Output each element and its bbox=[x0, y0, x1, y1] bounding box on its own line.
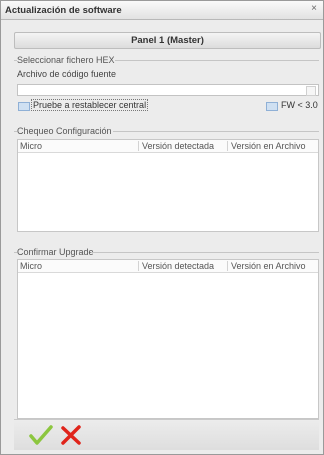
column-header-micro[interactable]: Micro bbox=[20, 141, 42, 152]
source-file-input[interactable] bbox=[17, 84, 319, 96]
config-group-legend: Chequeo Configuración bbox=[17, 126, 112, 136]
software-update-dialog: Actualización de software × Panel 1 (Mas… bbox=[0, 0, 324, 455]
reset-central-label-wrap: Pruebe a restablecer central bbox=[31, 99, 149, 111]
column-separator bbox=[138, 141, 139, 151]
cross-icon bbox=[61, 425, 81, 445]
hex-group-border bbox=[115, 60, 319, 61]
hex-group-legend: Seleccionar fichero HEX bbox=[17, 55, 115, 65]
column-header-micro[interactable]: Micro bbox=[20, 261, 42, 272]
fw-version-label: FW < 3.0 bbox=[281, 100, 318, 110]
column-header-detected-version[interactable]: Versión detectada bbox=[142, 261, 214, 272]
panel-header: Panel 1 (Master) bbox=[14, 32, 321, 49]
dialog-footer bbox=[14, 419, 319, 450]
upgrade-group-border bbox=[91, 252, 319, 253]
column-header-file-version[interactable]: Versión en Archivo bbox=[231, 261, 306, 272]
checkmark-icon bbox=[29, 425, 53, 445]
window-title: Actualización de software bbox=[5, 5, 122, 16]
config-table-header: Micro Versión detectada Versión en Archi… bbox=[18, 140, 318, 153]
browse-button[interactable] bbox=[306, 86, 316, 96]
fw-version-checkbox[interactable] bbox=[266, 102, 278, 111]
source-file-label: Archivo de código fuente bbox=[17, 69, 117, 79]
column-header-file-version[interactable]: Versión en Archivo bbox=[231, 141, 306, 152]
column-separator bbox=[227, 141, 228, 151]
reset-central-checkbox[interactable] bbox=[18, 102, 30, 111]
reset-central-label: Pruebe a restablecer central bbox=[31, 99, 149, 111]
config-group-border bbox=[113, 131, 319, 132]
column-separator bbox=[138, 261, 139, 271]
confirm-button[interactable] bbox=[28, 423, 54, 447]
title-bar[interactable]: Actualización de software × bbox=[1, 1, 323, 20]
upgrade-table[interactable]: Micro Versión detectada Versión en Archi… bbox=[17, 259, 319, 419]
upgrade-table-header: Micro Versión detectada Versión en Archi… bbox=[18, 260, 318, 273]
close-icon[interactable]: × bbox=[308, 3, 320, 15]
cancel-button[interactable] bbox=[58, 423, 84, 447]
upgrade-group-legend: Confirmar Upgrade bbox=[17, 247, 94, 257]
config-table[interactable]: Micro Versión detectada Versión en Archi… bbox=[17, 139, 319, 232]
column-header-detected-version[interactable]: Versión detectada bbox=[142, 141, 214, 152]
column-separator bbox=[227, 261, 228, 271]
